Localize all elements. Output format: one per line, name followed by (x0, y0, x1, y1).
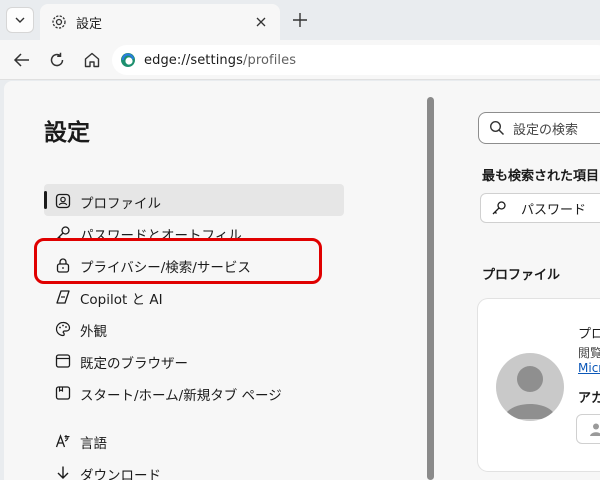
sidebar-item-label: 言語 (80, 436, 107, 452)
gear-icon (50, 13, 68, 31)
tab-actions-menu-button[interactable] (6, 7, 34, 33)
home-button[interactable] (80, 48, 104, 72)
settings-sidebar: 設定 プロファイル パスワードとオートフィル プライバシー/検索/サービス Co… (4, 81, 424, 480)
refresh-button[interactable] (45, 48, 69, 72)
tab-strip: 設定 (0, 0, 600, 40)
sidebar-item-downloads[interactable]: ダウンロード (44, 456, 344, 480)
sidebar-item-default-browser[interactable]: 既定のブラウザー (44, 344, 344, 376)
sidebar-item-copilot-ai[interactable]: Copilot と AI (44, 280, 344, 312)
palette-icon (54, 320, 71, 337)
sidebar-item-label: プロファイル (80, 196, 161, 212)
most-searched-heading: 最も検索された項目 (482, 169, 600, 184)
sidebar-item-label: Copilot と AI (80, 292, 163, 308)
address-bar[interactable]: edge://settings/profiles (112, 45, 600, 75)
sidebar-item-label: スタート/ホーム/新規タブ ページ (80, 388, 282, 404)
profiles-heading: プロファイル (482, 268, 561, 283)
password-chip-button[interactable]: パスワード (480, 193, 600, 223)
password-chip-label: パスワード (521, 202, 587, 218)
edge-logo-icon (121, 53, 135, 67)
profile-card: プロ 閲覧 Micr アカ (478, 299, 600, 471)
new-tab-button[interactable] (288, 8, 312, 32)
key-icon (492, 201, 506, 215)
start-page-icon (54, 384, 71, 401)
refresh-icon (50, 52, 64, 67)
sidebar-item-languages[interactable]: 言語 (44, 424, 344, 456)
highlight-annotation-box (34, 238, 322, 284)
settings-search-input[interactable]: 設定の検索 (478, 112, 600, 144)
chevron-down-icon (15, 17, 25, 23)
profile-account-label: アカ (578, 391, 600, 406)
person-icon (590, 423, 600, 436)
url-path: /profiles (242, 52, 297, 68)
tab-settings[interactable]: 設定 (40, 4, 280, 40)
profile-browse-text: 閲覧 (578, 346, 600, 360)
profile-name: プロ (578, 327, 600, 342)
home-icon (84, 52, 100, 68)
sidebar-item-label: ダウンロード (80, 468, 161, 480)
sidebar-item-profiles[interactable]: プロファイル (44, 184, 344, 216)
settings-main-pane: 設定の検索 最も検索された項目 パスワード プロファイル プロ 閲覧 Micr … (444, 81, 600, 480)
profile-account-link[interactable]: Micr (578, 361, 600, 375)
sidebar-item-start-home-newtab[interactable]: スタート/ホーム/新規タブ ページ (44, 376, 344, 408)
sidebar-item-label: 既定のブラウザー (80, 356, 188, 372)
browser-window-icon (54, 352, 71, 369)
sidebar-item-appearance[interactable]: 外観 (44, 312, 344, 344)
avatar (496, 353, 564, 421)
close-icon[interactable] (252, 13, 270, 31)
settings-page: 設定 プロファイル パスワードとオートフィル プライバシー/検索/サービス Co… (4, 81, 600, 480)
search-placeholder: 設定の検索 (513, 122, 579, 138)
download-icon (54, 464, 71, 480)
toolbar: edge://settings/profiles (0, 40, 600, 80)
sidebar-item-label: 外観 (80, 324, 107, 340)
profile-icon (54, 192, 71, 209)
page-title: 設定 (44, 120, 90, 146)
plus-icon (293, 13, 307, 27)
profile-account-button[interactable] (576, 414, 600, 444)
scrollbar-thumb[interactable] (427, 97, 434, 480)
url-host: edge://settings (144, 52, 243, 68)
arrow-left-icon (13, 53, 29, 67)
tab-title: 設定 (76, 16, 103, 32)
active-indicator (44, 191, 47, 209)
url-text: edge://settings/profiles (144, 53, 296, 68)
copilot-icon (54, 288, 71, 305)
language-icon (54, 432, 71, 449)
search-icon (489, 120, 505, 136)
back-button[interactable] (10, 48, 34, 72)
